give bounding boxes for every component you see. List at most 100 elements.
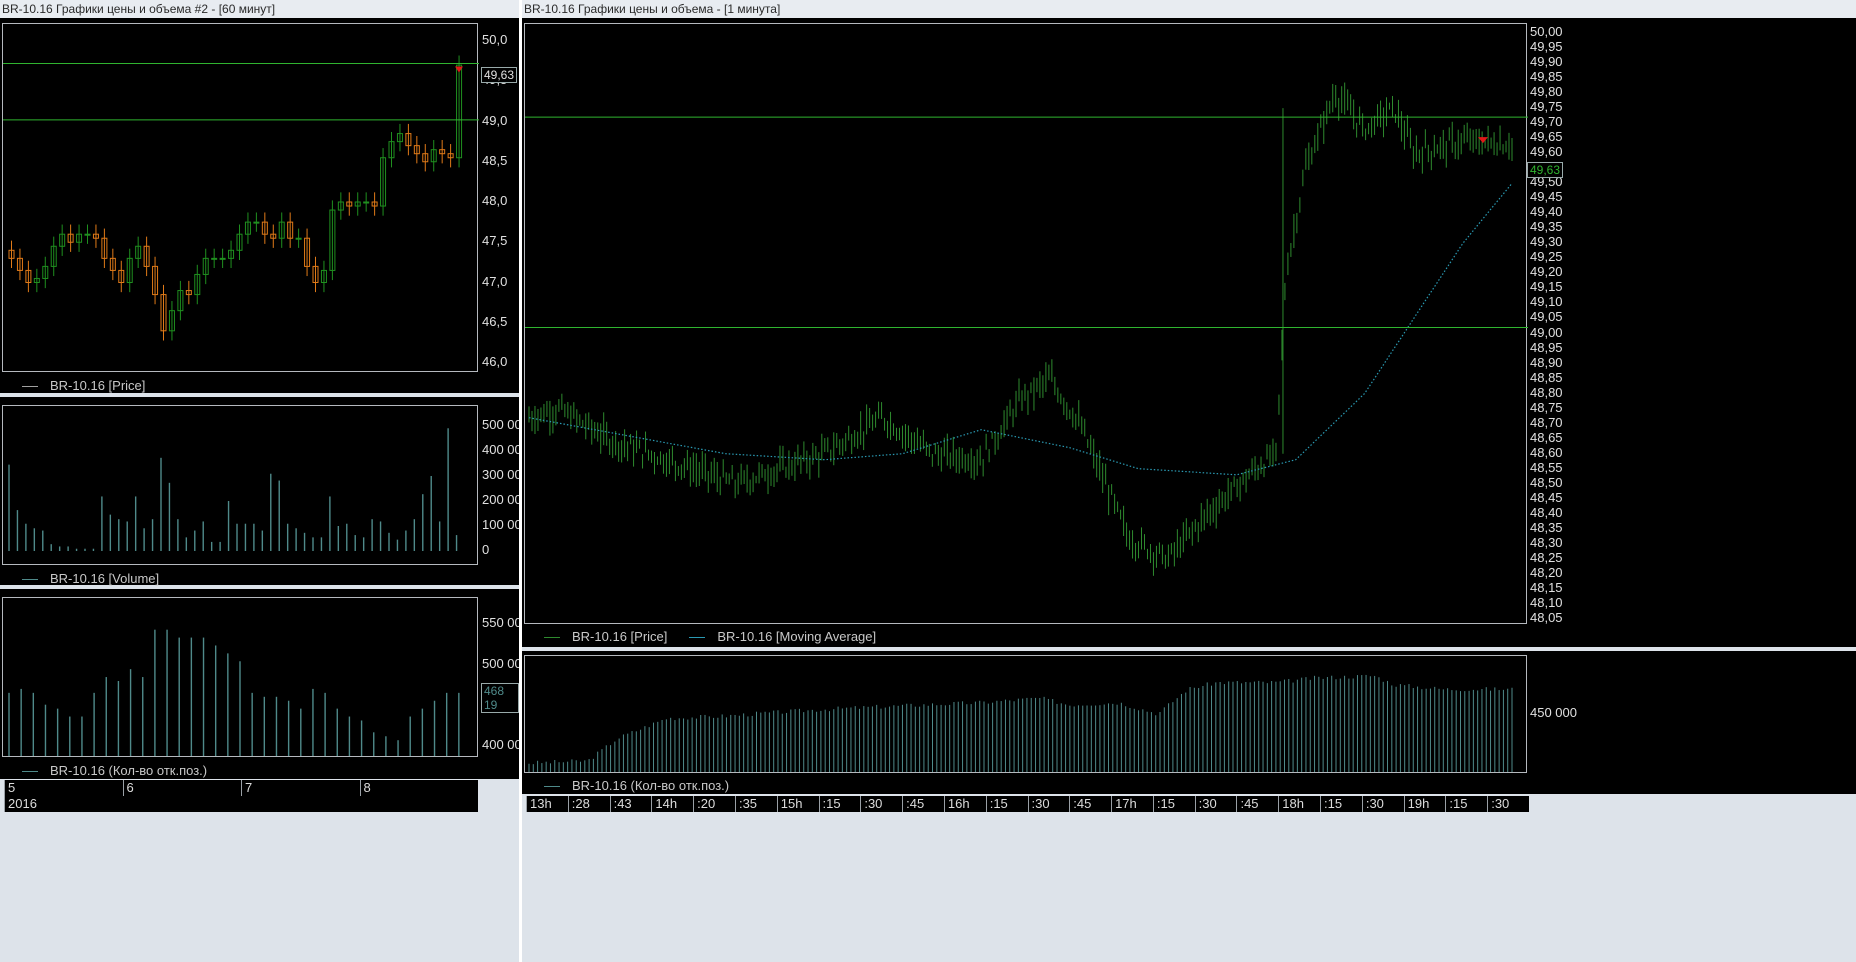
y-tick-label: 48,95: [1530, 339, 1563, 355]
axis-tick-label: 17h: [1111, 796, 1137, 812]
left-window-title[interactable]: BR-10.16 Графики цены и объема #2 - [60 …: [0, 0, 519, 18]
y-tick-label: 400 00: [482, 737, 522, 752]
candle-body: [211, 257, 218, 260]
axis-tick-label: :45: [1069, 796, 1091, 812]
axis-tick-label: 7: [241, 780, 252, 796]
y-tick-label: 48,15: [1530, 579, 1563, 595]
y-tick-label: 50,0: [482, 32, 508, 47]
left-volume-plot[interactable]: [2, 405, 478, 565]
right-oi-legend: BR-10.16 (Кол-во отк.поз.): [544, 778, 729, 793]
y-tick-label: 48,45: [1530, 489, 1563, 505]
left-price-candles: [3, 55, 479, 341]
y-tick-label: 48,85: [1530, 369, 1563, 385]
left-oi-plot[interactable]: [2, 597, 478, 757]
moving-average-line: [528, 182, 1513, 476]
y-tick-label: 49,60: [1530, 144, 1563, 160]
y-tick-label: 48,80: [1530, 384, 1563, 400]
left-price-legend-label: BR-10.16 [Price]: [50, 378, 146, 393]
axis-tick-label: 13h: [526, 796, 552, 812]
legend-line-icon: [22, 386, 38, 388]
left-oi-pane[interactable]: 550 00500 00450 00400 00 468 19 BR-10.16…: [0, 589, 522, 779]
left-price-plot[interactable]: [2, 23, 479, 372]
left-volume-legend: BR-10.16 [Volume]: [22, 571, 159, 586]
legend-line-icon: [689, 637, 706, 639]
y-tick-label: 50,00: [1530, 24, 1563, 39]
y-tick-label: 48,40: [1530, 504, 1563, 520]
y-tick-label: 49,40: [1530, 204, 1563, 220]
left-oi-legend: BR-10.16 (Кол-во отк.поз.): [22, 763, 207, 778]
y-tick-label: 550 00: [482, 615, 522, 630]
right-oi-plot[interactable]: [524, 655, 1527, 773]
right-price-pane[interactable]: 50,00 49,95 49,90 49,85 49,80 49,75 49,70 49,65…: [522, 18, 1856, 647]
axis-tick-label: :30: [1487, 796, 1509, 812]
y-tick-label: 48,0: [482, 193, 508, 208]
axis-tick-label: :30: [1194, 796, 1217, 812]
axis-tick-label: 8: [359, 780, 371, 796]
axis-tick-label: :30: [1027, 796, 1050, 812]
right-last-price-label: 49,63: [1527, 162, 1564, 178]
y-tick-label: 48,05: [1530, 610, 1563, 625]
y-tick-label: 450 000: [1530, 705, 1577, 720]
axis-tick-label: :15: [1320, 796, 1342, 812]
y-tick-label: 49,0: [482, 112, 508, 128]
left-price-pane[interactable]: 50,049,549,048,548,047,547,046,546,0 49,…: [0, 18, 519, 393]
left-volume-pane[interactable]: 500 00 400 00 300 00 200 00 100 00 0 BR-10.16…: [0, 397, 522, 586]
right-chart-window: BR-10.16 Графики цены и объема - [1 мину…: [522, 0, 1856, 962]
left-price-legend: BR-10.16 [Price]: [22, 378, 145, 393]
y-tick-label: 300 00: [482, 467, 522, 482]
left-volume-bars: [8, 428, 458, 551]
right-oi-bars: [528, 674, 1513, 772]
y-tick-label: 48,70: [1530, 414, 1563, 430]
left-oi-last-label: 468 19: [481, 683, 519, 713]
right-time-axis[interactable]: 13h:28:43 14h:20:35 15h:15:30:45 16h:15:30:…: [526, 796, 1529, 812]
y-tick-label: 500 00: [482, 655, 522, 671]
right-price-chart: [525, 82, 1528, 576]
y-tick-label: 48,55: [1530, 459, 1563, 475]
left-date-axis[interactable]: 5 6 7 8: [4, 780, 478, 796]
axis-tick-label: :20: [693, 796, 715, 812]
y-tick-label: 500 00: [482, 417, 522, 432]
axis-tick-label: :45: [1236, 796, 1259, 812]
y-tick-label: 48,30: [1530, 534, 1563, 550]
axis-tick-label: :30: [1361, 796, 1384, 812]
y-tick-label: 49,35: [1530, 219, 1563, 235]
y-tick-label: 48,5: [482, 152, 508, 168]
y-tick-label: 47,0: [482, 273, 508, 289]
right-price-plot[interactable]: [524, 23, 1528, 624]
y-tick-label: 47,5: [482, 233, 508, 249]
y-tick-label: 48,20: [1530, 564, 1563, 580]
right-price-legend: BR-10.16 [Price] BR-10.16 [Moving Average…: [544, 629, 876, 644]
candle-body: [219, 257, 226, 260]
axis-tick-label: :30: [860, 796, 882, 812]
axis-tick-label: 18h: [1278, 796, 1304, 812]
right-oi-legend-label: BR-10.16 (Кол-во отк.поз.): [572, 778, 730, 793]
right-window-title[interactable]: BR-10.16 Графики цены и объема - [1 мину…: [522, 0, 1856, 18]
y-tick-label: 100 00: [482, 517, 522, 532]
axis-tick-label: :15: [1445, 796, 1467, 812]
y-tick-label: 48,25: [1530, 549, 1563, 565]
axis-tick-label: 15h: [776, 796, 802, 812]
axis-tick-label: :15: [1152, 796, 1175, 812]
y-tick-label: 49,00: [1530, 324, 1563, 340]
axis-tick-label: 16h: [943, 796, 970, 812]
y-tick-label: 49,25: [1530, 249, 1563, 265]
axis-tick-label: :35: [734, 796, 757, 812]
y-tick-label: 48,10: [1530, 594, 1563, 610]
y-tick-label: 49,20: [1530, 264, 1563, 280]
candle-body: [295, 237, 302, 240]
y-tick-label: 49,15: [1530, 279, 1563, 295]
left-oi-legend-label: BR-10.16 (Кол-во отк.поз.): [50, 763, 208, 778]
candle-body: [363, 201, 370, 204]
axis-tick-label: 2016: [4, 796, 37, 812]
y-tick-label: 48,60: [1530, 444, 1563, 460]
axis-tick-label: 6: [122, 780, 134, 796]
left-year-axis[interactable]: 2016: [4, 796, 478, 812]
left-oi-bars: [8, 629, 460, 756]
axis-tick-label: :15: [818, 796, 841, 812]
legend-line-icon: [22, 771, 38, 773]
y-tick-label: 48,90: [1530, 354, 1563, 370]
left-volume-legend-label: BR-10.16 [Volume]: [50, 571, 160, 586]
y-tick-label: 49,30: [1530, 234, 1563, 250]
y-tick-label: 49,10: [1530, 294, 1563, 310]
right-oi-pane[interactable]: 450 000 BR-10.16 (Кол-во отк.поз.): [522, 651, 1856, 794]
